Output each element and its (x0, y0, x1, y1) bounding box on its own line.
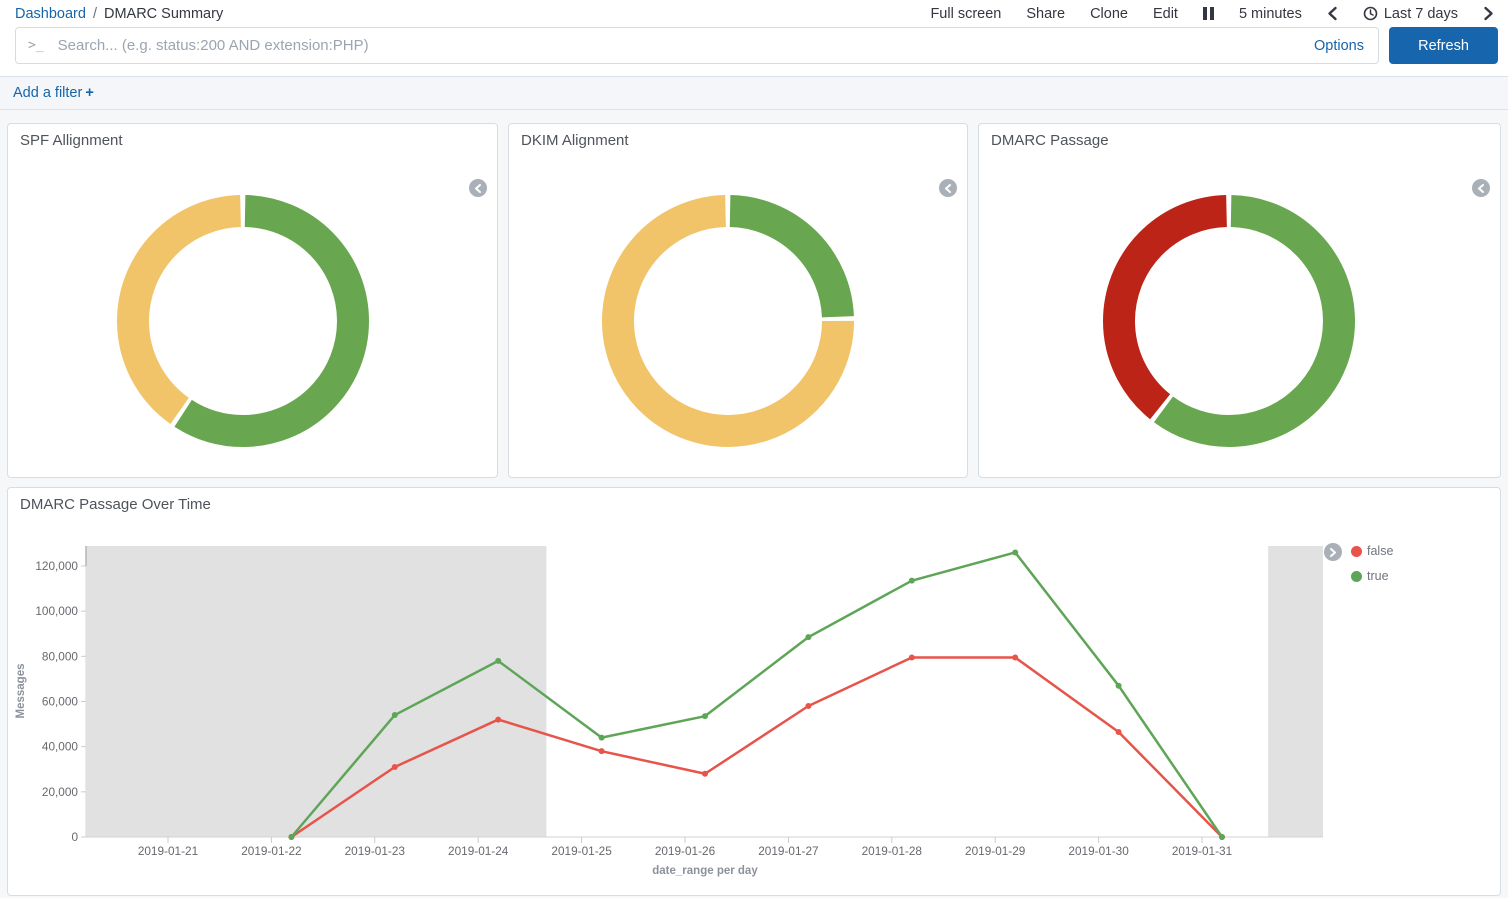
refresh-interval-button[interactable]: 5 minutes (1239, 6, 1302, 22)
x-axis-title: date_range per day (652, 865, 758, 877)
time-range-picker[interactable]: Last 7 days (1363, 6, 1458, 22)
chart-legend: false true (1351, 544, 1393, 583)
data-point-true[interactable] (1219, 834, 1225, 840)
legend-item-true[interactable]: true (1351, 569, 1393, 583)
refresh-button[interactable]: Refresh (1389, 27, 1498, 64)
full-screen-button[interactable]: Full screen (930, 6, 1001, 22)
y-axis-title: Messages (15, 664, 27, 719)
add-filter-link[interactable]: Add a filter+ (13, 85, 94, 101)
y-tick-label: 20,000 (42, 785, 79, 799)
y-tick-label: 80,000 (42, 649, 79, 663)
panel-spf-alignment: SPF Allignment (7, 123, 498, 478)
x-tick-label: 2019-01-29 (965, 844, 1025, 858)
top-nav-bar: Dashboard / DMARC Summary Full screen Sh… (0, 0, 1508, 27)
edit-button[interactable]: Edit (1153, 6, 1178, 22)
data-point-true[interactable] (702, 713, 708, 719)
y-tick-label: 120,000 (35, 559, 78, 573)
legend-true-dot-icon (1351, 571, 1362, 582)
x-tick-label: 2019-01-28 (862, 844, 923, 858)
data-point-false[interactable] (495, 717, 501, 723)
data-point-true[interactable] (599, 735, 605, 741)
data-point-false[interactable] (392, 764, 398, 770)
out-of-range-band (1268, 546, 1323, 837)
options-link[interactable]: Options (1314, 38, 1364, 54)
data-point-false[interactable] (1012, 654, 1018, 660)
data-point-true[interactable] (1012, 549, 1018, 555)
out-of-range-band (85, 546, 546, 837)
x-tick-label: 2019-01-27 (758, 844, 818, 858)
clone-button[interactable]: Clone (1090, 6, 1128, 22)
panel-dkim-alignment: DKIM Alignment (508, 123, 968, 478)
data-point-false[interactable] (702, 771, 708, 777)
data-point-true[interactable] (909, 578, 915, 584)
x-tick-label: 2019-01-23 (345, 844, 406, 858)
data-point-false[interactable] (909, 654, 915, 660)
clock-icon (1363, 6, 1378, 21)
chevron-left-icon[interactable] (1327, 6, 1338, 21)
dkim-donut-chart[interactable] (509, 124, 967, 477)
x-tick-label: 2019-01-26 (655, 844, 716, 858)
page-title: DMARC Summary (104, 6, 223, 22)
time-range-label: Last 7 days (1384, 6, 1458, 22)
breadcrumb-separator: / (93, 6, 97, 22)
data-point-false[interactable] (1116, 729, 1122, 735)
dashboard-grid: SPF Allignment DKIM Alignment DMARC Pass… (0, 110, 1508, 898)
data-point-true[interactable] (392, 712, 398, 718)
data-point-false[interactable] (805, 703, 811, 709)
search-bar: >_ Options (15, 27, 1379, 64)
search-input[interactable] (56, 36, 1302, 55)
dashboard-menu: Full screen Share Clone Edit 5 minutes L… (930, 6, 1494, 22)
data-point-true[interactable] (288, 834, 294, 840)
x-tick-label: 2019-01-22 (241, 844, 301, 858)
data-point-true[interactable] (805, 634, 811, 640)
dmarc-donut-chart[interactable] (979, 124, 1500, 477)
y-tick-label: 100,000 (35, 604, 78, 618)
filter-bar: Add a filter+ (0, 76, 1508, 110)
x-tick-label: 2019-01-31 (1172, 844, 1232, 858)
data-point-true[interactable] (495, 658, 501, 664)
time-series-chart[interactable]: 2019-01-21 2019-01-22 2019-01-23 2019-01-24… (8, 488, 1500, 895)
pause-icon[interactable] (1203, 7, 1214, 20)
legend-false-dot-icon (1351, 546, 1362, 557)
x-tick-label: 2019-01-25 (551, 844, 612, 858)
data-point-true[interactable] (1116, 683, 1122, 689)
share-button[interactable]: Share (1026, 6, 1065, 22)
x-tick-label: 2019-01-21 (138, 844, 198, 858)
x-tick-label: 2019-01-30 (1068, 844, 1129, 858)
y-tick-label: 40,000 (42, 740, 79, 754)
breadcrumb: Dashboard / DMARC Summary (15, 6, 223, 22)
terminal-prompt-icon: >_ (28, 38, 44, 53)
panel-dmarc-passage-over-time: DMARC Passage Over Time 2019-01-212019-0… (7, 487, 1501, 896)
breadcrumb-dashboard-link[interactable]: Dashboard (15, 6, 86, 22)
panel-dmarc-passage: DMARC Passage (978, 123, 1501, 478)
legend-item-false[interactable]: false (1351, 544, 1393, 558)
y-tick-label: 0 (71, 830, 78, 844)
chevron-right-icon[interactable] (1483, 6, 1494, 21)
legend-toggle-expanded-icon[interactable] (1324, 543, 1342, 561)
spf-donut-chart[interactable] (8, 124, 497, 477)
data-point-false[interactable] (599, 748, 605, 754)
y-tick-label: 60,000 (42, 695, 79, 709)
plus-icon: + (85, 85, 93, 101)
x-tick-label: 2019-01-24 (448, 844, 509, 858)
